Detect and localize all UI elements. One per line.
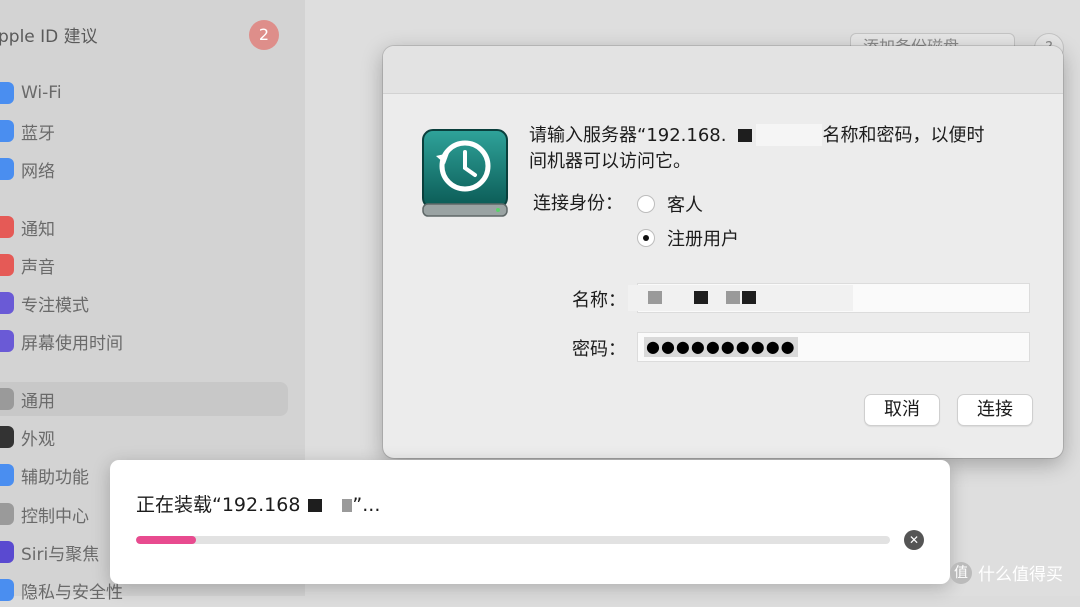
watermark-text: 什么值得买: [978, 565, 1063, 585]
message-text-3: 间机器可以访问它。: [529, 151, 691, 172]
progress-bar: [136, 536, 890, 544]
mounting-status-text: 正在装载“192.168 ”...: [136, 490, 380, 517]
watermark-logo-icon: 值: [950, 561, 972, 584]
switches-icon: [0, 503, 14, 525]
sidebar-item[interactable]: Wi-Fi: [0, 76, 288, 110]
message-text-1: 请输入服务器“192.168.: [529, 125, 727, 146]
globe-icon: [0, 158, 14, 180]
redacted-mark: [648, 291, 662, 304]
sidebar-item[interactable]: 外观: [0, 420, 288, 454]
radio-selected-dot: [643, 235, 649, 241]
sidebar-item-label: 网络: [21, 161, 55, 182]
connect-button[interactable]: 连接: [957, 394, 1033, 426]
bluetooth-icon: [0, 120, 14, 142]
sidebar-item[interactable]: 专注模式: [0, 286, 288, 320]
sidebar-item-label: Wi-Fi: [21, 83, 62, 103]
cancel-button[interactable]: 取消: [864, 394, 940, 426]
redacted-mark: [342, 499, 353, 512]
redacted-mark: [756, 124, 823, 146]
mounting-text-1: 正在装载“192.168: [136, 494, 301, 516]
sidebar-item[interactable]: 蓝牙: [0, 114, 288, 148]
hourglass-icon: [0, 330, 14, 352]
moon-icon: [0, 292, 14, 314]
radio-registered-user[interactable]: 注册用户: [637, 225, 739, 251]
sidebar-item[interactable]: 通知: [0, 210, 288, 244]
password-masked-value: ●●●●●●●●●●: [644, 337, 798, 357]
password-label: 密码：: [572, 339, 626, 360]
name-label: 名称：: [572, 290, 626, 311]
redacted-mark: [308, 499, 323, 512]
sidebar-item-label: 声音: [21, 257, 55, 278]
siri-icon: [0, 541, 14, 563]
dialog-message: 请输入服务器“192.168. 名称和密码，以便时 间机器可以访问它。: [529, 123, 1039, 175]
sidebar-item-label: 通用: [21, 391, 55, 412]
radio-registered-label: 注册用户: [667, 229, 739, 250]
redacted-name: [628, 285, 853, 311]
mounting-progress-panel: 正在装载“192.168 ”... ✕: [110, 460, 950, 584]
mounting-text-2: ”...: [352, 494, 381, 516]
radio-button-registered[interactable]: [637, 229, 655, 247]
password-field[interactable]: ●●●●●●●●●●: [637, 332, 1030, 362]
sidebar-item[interactable]: 网络: [0, 152, 288, 186]
stop-icon[interactable]: ✕: [904, 530, 924, 550]
sidebar-item-label: 通知: [21, 219, 55, 240]
connect-as-label: 连接身份：: [533, 193, 623, 214]
radio-guest-label: 客人: [667, 195, 703, 216]
sidebar-item-label: 隐私与安全性: [21, 582, 123, 603]
sidebar-item-label: 辅助功能: [21, 467, 89, 488]
accessibility-icon: [0, 464, 14, 486]
watermark: 值 什么值得买: [950, 560, 1063, 585]
sidebar-item-label: Siri与聚焦: [21, 544, 100, 565]
appearance-icon: [0, 426, 14, 448]
redacted-mark: [738, 129, 753, 142]
redacted-mark: [694, 291, 708, 304]
sidebar-item[interactable]: 通用: [0, 382, 288, 416]
sidebar-item-label: 外观: [21, 429, 55, 450]
time-machine-disk-icon: [422, 129, 508, 217]
wifi-icon: [0, 82, 14, 104]
server-login-dialog: 请输入服务器“192.168. 名称和密码，以便时 间机器可以访问它。 连接身份：…: [383, 46, 1063, 458]
dialog-titlebar: [383, 46, 1063, 94]
speaker-icon: [0, 254, 14, 276]
radio-button-guest[interactable]: [637, 195, 655, 213]
sidebar-item-label: 控制中心: [21, 506, 89, 527]
apple-id-suggestions[interactable]: pple ID 建议: [0, 22, 98, 47]
redacted-mark: [726, 291, 740, 304]
message-text-2: 名称和密码，以便时: [822, 125, 985, 146]
name-field[interactable]: [628, 283, 1030, 313]
progress-bar-fill: [136, 536, 197, 544]
sidebar-item[interactable]: 屏幕使用时间: [0, 324, 288, 358]
notification-badge: 2: [249, 20, 279, 50]
hand-icon: [0, 579, 14, 601]
sidebar-item-label: 屏幕使用时间: [21, 333, 123, 354]
sidebar-item-label: 专注模式: [21, 295, 89, 316]
gear-icon: [0, 388, 14, 410]
sidebar-item[interactable]: 声音: [0, 248, 288, 282]
sidebar-item-label: 蓝牙: [21, 123, 55, 144]
redacted-mark: [742, 291, 756, 304]
radio-guest[interactable]: 客人: [637, 191, 703, 217]
bell-icon: [0, 216, 14, 238]
